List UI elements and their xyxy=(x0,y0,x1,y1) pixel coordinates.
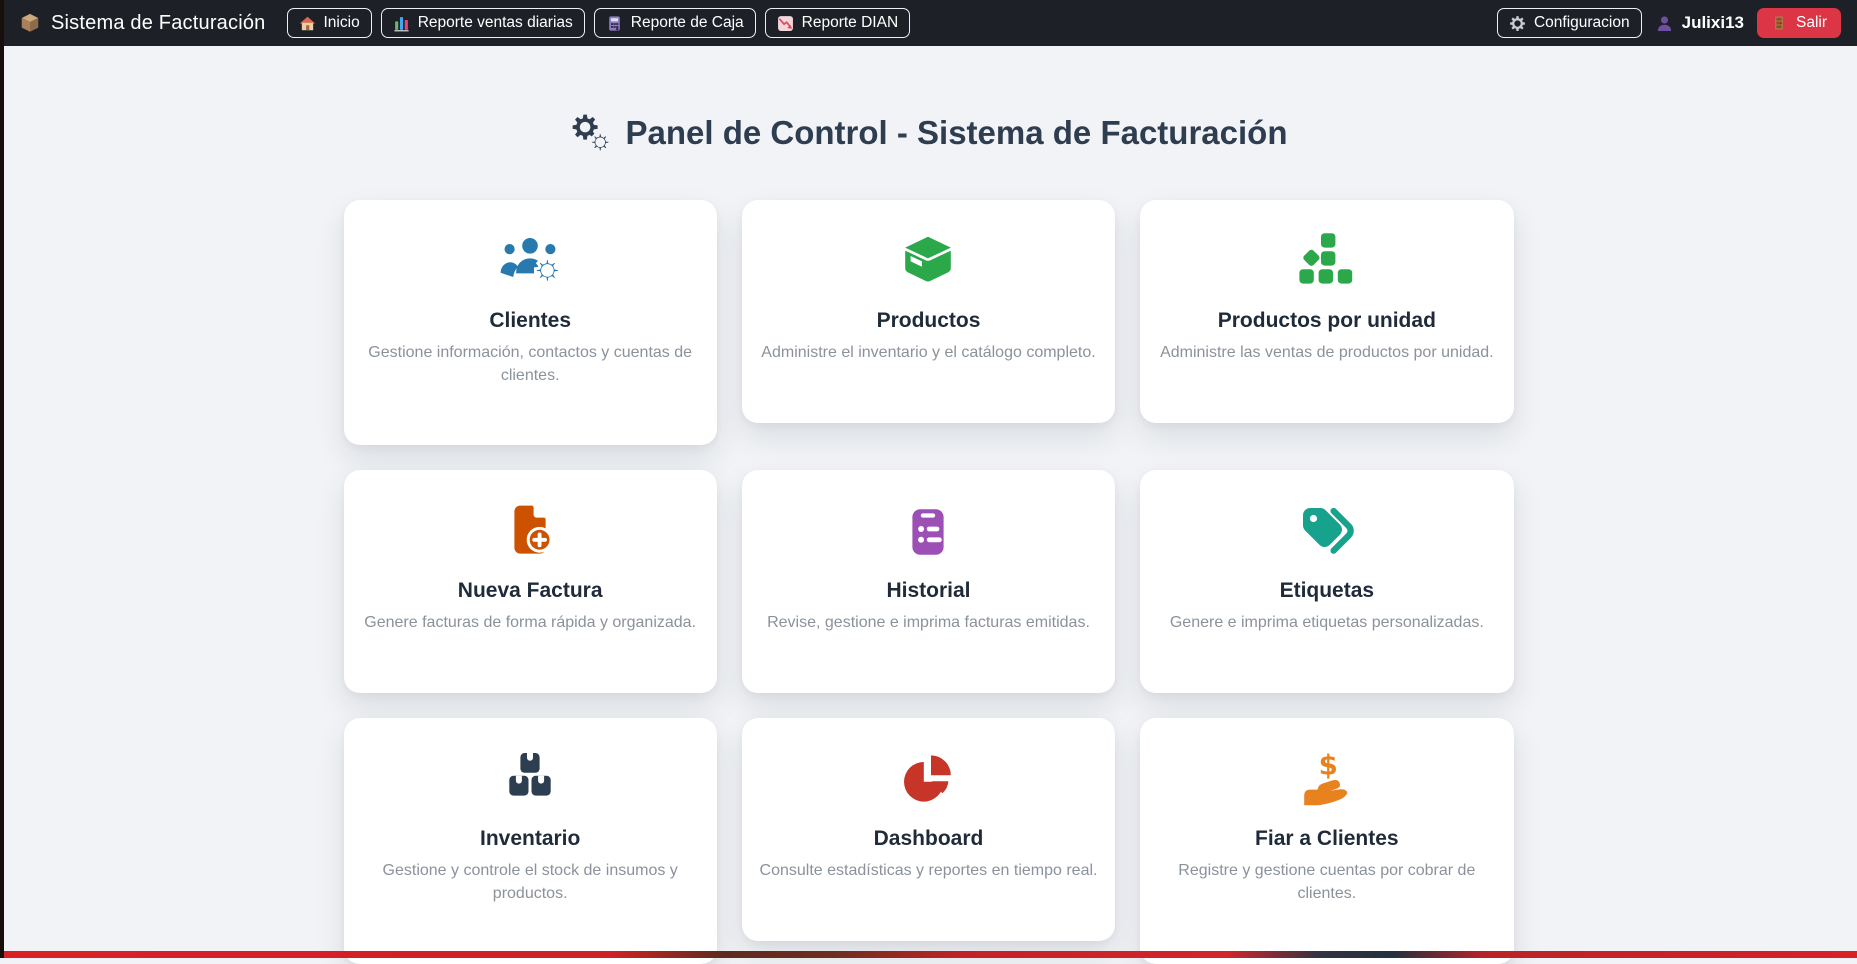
boxes-stacked-icon xyxy=(358,750,703,812)
calculator-icon xyxy=(606,15,623,32)
card-etiquetas[interactable]: Etiquetas Genere e imprima etiquetas pers… xyxy=(1140,470,1513,693)
user-icon xyxy=(1655,14,1674,33)
card-title: Etiquetas xyxy=(1154,578,1499,604)
nav-button-reporte-de-caja[interactable]: Reporte de Caja xyxy=(594,8,756,38)
card-title: Productos por unidad xyxy=(1154,308,1499,334)
logout-button-label: Salir xyxy=(1796,14,1827,32)
tags-icon xyxy=(1154,502,1499,564)
navbar-right: Configuracion Julixi13 Salir xyxy=(1497,8,1841,38)
card-title: Clientes xyxy=(358,308,703,334)
hand-dollar-icon: $ xyxy=(1154,750,1499,812)
card-description: Registre y gestione cuentas por cobrar d… xyxy=(1154,860,1499,905)
app-brand: Sistema de Facturación xyxy=(19,12,266,35)
card-clientes[interactable]: Clientes Gestione información, contactos … xyxy=(344,200,717,445)
card-description: Genere facturas de forma rápida y organi… xyxy=(358,612,703,635)
nav-button-inicio[interactable]: Inicio xyxy=(287,8,372,38)
user-chip: Julixi13 xyxy=(1655,13,1744,33)
card-title: Historial xyxy=(756,578,1101,604)
cubes-stacked-icon xyxy=(1154,232,1499,294)
gear-icon xyxy=(1509,15,1526,32)
page-title-label: Panel de Control - Sistema de Facturació… xyxy=(626,114,1288,152)
card-nueva-factura[interactable]: Nueva Factura Genere facturas de forma rá… xyxy=(344,470,717,693)
nav-button-reporte-ventas-diarias[interactable]: Reporte ventas diarias xyxy=(381,8,585,38)
file-plus-icon xyxy=(358,502,703,564)
cards-grid: Clientes Gestione información, contactos … xyxy=(344,200,1514,964)
card-description: Gestione información, contactos y cuenta… xyxy=(358,342,703,387)
window-left-edge xyxy=(0,0,4,958)
page-title: Panel de Control - Sistema de Facturació… xyxy=(0,46,1857,156)
users-gear-icon xyxy=(358,232,703,294)
card-title: Fiar a Clientes xyxy=(1154,826,1499,852)
card-title: Dashboard xyxy=(756,826,1101,852)
app-brand-label: Sistema de Facturación xyxy=(51,12,266,35)
username: Julixi13 xyxy=(1682,13,1744,33)
gears-icon xyxy=(570,112,612,154)
card-productos[interactable]: Productos Administre el inventario y el c… xyxy=(742,200,1115,423)
card-title: Productos xyxy=(756,308,1101,334)
card-description: Genere e imprima etiquetas personalizada… xyxy=(1154,612,1499,635)
package-icon xyxy=(19,12,41,34)
card-description: Consulte estadísticas y reportes en tiem… xyxy=(756,860,1101,883)
chart-pie-icon xyxy=(756,750,1101,812)
nav-button-label: Reporte ventas diarias xyxy=(418,14,573,32)
chart-down-icon xyxy=(777,15,794,32)
card-fiar-a-clientes[interactable]: $ Fiar a Clientes Registre y gestione cuen… xyxy=(1140,718,1513,963)
card-historial[interactable]: Historial Revise, gestione e imprima fact… xyxy=(742,470,1115,693)
card-dashboard[interactable]: Dashboard Consulte estadísticas y reporte… xyxy=(742,718,1115,941)
card-description: Administre las ventas de productos por u… xyxy=(1154,342,1499,365)
nav-menu: Inicio Reporte ventas diarias Reporte de C… xyxy=(287,8,911,38)
nav-button-label: Reporte DIAN xyxy=(802,14,898,32)
nav-button-label: Reporte de Caja xyxy=(631,14,744,32)
card-description: Revise, gestione e imprima facturas emit… xyxy=(756,612,1101,635)
logout-button[interactable]: Salir xyxy=(1757,8,1841,38)
clipboard-list-icon xyxy=(756,502,1101,564)
navbar: Sistema de Facturación Inicio Reporte ven… xyxy=(0,0,1857,46)
bar-chart-icon xyxy=(393,15,410,32)
card-description: Gestione y controle el stock de insumos … xyxy=(358,860,703,905)
home-icon xyxy=(299,15,316,32)
svg-text:$: $ xyxy=(1318,750,1337,782)
card-productos-por-unidad[interactable]: Productos por unidad Administre las venta… xyxy=(1140,200,1513,423)
main-content: Panel de Control - Sistema de Facturació… xyxy=(0,46,1857,964)
config-button[interactable]: Configuracion xyxy=(1497,8,1642,38)
card-title: Nueva Factura xyxy=(358,578,703,604)
box-open-icon xyxy=(756,232,1101,294)
footer-accent-bar xyxy=(0,951,1857,958)
door-icon xyxy=(1771,15,1787,31)
nav-button-reporte-dian[interactable]: Reporte DIAN xyxy=(765,8,910,38)
card-title: Inventario xyxy=(358,826,703,852)
config-button-label: Configuracion xyxy=(1534,14,1630,32)
card-inventario[interactable]: Inventario Gestione y controle el stock d… xyxy=(344,718,717,963)
nav-button-label: Inicio xyxy=(324,14,360,32)
card-description: Administre el inventario y el catálogo c… xyxy=(756,342,1101,365)
